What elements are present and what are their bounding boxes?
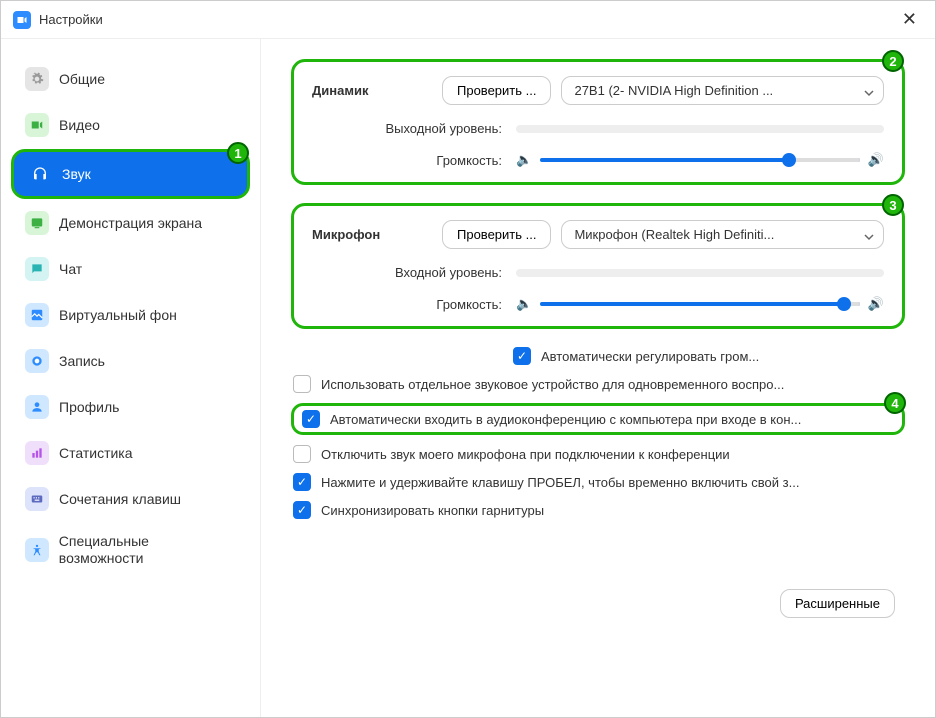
mic-title: Микрофон [312,227,442,242]
sidebar-label: Чат [59,261,82,277]
sidebar-item-accessibility[interactable]: Специальные возможности [11,523,250,577]
sidebar-label: Сочетания клавиш [59,491,181,507]
mute-on-join-option[interactable]: Отключить звук моего микрофона при подкл… [291,445,905,463]
sidebar-item-general[interactable]: Общие [11,57,250,101]
volume-high-icon: 🔊 [868,296,884,312]
separate-audio-device-option[interactable]: Использовать отдельное звуковое устройст… [291,375,905,393]
chat-icon [25,257,49,281]
annotation-3: 3 [882,194,904,216]
sidebar-label: Специальные возможности [59,533,236,567]
sidebar-label: Запись [59,353,105,369]
test-mic-button[interactable]: Проверить ... [442,220,551,249]
annotation-1: 1 [227,142,249,164]
advanced-button[interactable]: Расширенные [780,589,895,618]
auto-join-audio-label: Автоматически входить в аудиоконференцию… [330,412,894,427]
push-to-talk-label: Нажмите и удерживайте клавишу ПРОБЕЛ, чт… [321,475,905,490]
sidebar-label: Виртуальный фон [59,307,177,323]
stats-icon [25,441,49,465]
sync-headset-label: Синхронизировать кнопки гарнитуры [321,503,905,518]
sidebar-label: Звук [62,166,91,182]
output-level-label: Выходной уровень: [312,121,502,136]
sidebar-item-video[interactable]: Видео [11,103,250,147]
gear-icon [25,67,49,91]
mic-device-select[interactable]: Микрофон (Realtek High Definiti... [561,220,884,249]
speaker-device-select[interactable]: 27B1 (2- NVIDIA High Definition ... [561,76,884,105]
annotation-4: 4 [884,392,906,414]
settings-window: Настройки ✕ Общие Видео Звук 1 Демонстра… [0,0,936,718]
sidebar-item-share-screen[interactable]: Демонстрация экрана [11,201,250,245]
input-level-label: Входной уровень: [312,265,502,280]
sync-headset-option[interactable]: Синхронизировать кнопки гарнитуры [291,501,905,519]
sidebar-item-audio[interactable]: Звук 1 [11,149,250,199]
speaker-section: 2 Динамик Проверить ... 27B1 (2- NVIDIA … [291,59,905,185]
speaker-volume-slider[interactable] [540,158,860,162]
app-icon [13,11,31,29]
titlebar: Настройки ✕ [1,1,935,39]
share-screen-icon [25,211,49,235]
push-to-talk-option[interactable]: Нажмите и удерживайте клавишу ПРОБЕЛ, чт… [291,473,905,491]
sidebar-item-statistics[interactable]: Статистика [11,431,250,475]
keyboard-icon [25,487,49,511]
sidebar-item-chat[interactable]: Чат [11,247,250,291]
auto-adjust-label: Автоматически регулировать гром... [541,349,905,364]
main-panel: 2 Динамик Проверить ... 27B1 (2- NVIDIA … [261,39,935,717]
background-icon [25,303,49,327]
accessibility-icon [25,538,49,562]
annotation-2: 2 [882,50,904,72]
profile-icon [25,395,49,419]
record-icon [25,349,49,373]
footer: Расширенные [291,529,905,618]
test-speaker-button[interactable]: Проверить ... [442,76,551,105]
checkbox-icon [513,347,531,365]
sidebar-item-virtual-bg[interactable]: Виртуальный фон [11,293,250,337]
headphones-icon [28,162,52,186]
sidebar-item-profile[interactable]: Профиль [11,385,250,429]
mic-input-level [516,269,884,277]
checkbox-icon [293,375,311,393]
mic-volume-slider[interactable] [540,302,860,306]
window-body: Общие Видео Звук 1 Демонстрация экрана Ч… [1,39,935,717]
volume-low-icon: 🔈 [516,152,532,168]
volume-high-icon: 🔊 [868,152,884,168]
sidebar-item-shortcuts[interactable]: Сочетания клавиш [11,477,250,521]
sidebar-label: Видео [59,117,100,133]
window-title: Настройки [39,12,896,27]
sidebar-label: Общие [59,71,105,87]
mic-volume-label: Громкость: [312,297,502,312]
sidebar-item-recording[interactable]: Запись [11,339,250,383]
video-icon [25,113,49,137]
speaker-output-level [516,125,884,133]
auto-join-audio-option[interactable]: Автоматически входить в аудиоконференцию… [291,403,905,435]
mute-on-join-label: Отключить звук моего микрофона при подкл… [321,447,905,462]
close-button[interactable]: ✕ [896,9,923,30]
checkbox-icon [293,473,311,491]
sidebar-label: Профиль [59,399,119,415]
checkbox-icon [302,410,320,428]
speaker-volume-label: Громкость: [312,153,502,168]
separate-device-label: Использовать отдельное звуковое устройст… [321,377,905,392]
sidebar-label: Статистика [59,445,133,461]
auto-adjust-volume-option[interactable]: Автоматически регулировать гром... [511,347,905,365]
checkbox-icon [293,501,311,519]
sidebar: Общие Видео Звук 1 Демонстрация экрана Ч… [1,39,261,717]
microphone-section: 3 Микрофон Проверить ... Микрофон (Realt… [291,203,905,329]
volume-low-icon: 🔈 [516,296,532,312]
checkbox-icon [293,445,311,463]
speaker-title: Динамик [312,83,442,98]
sidebar-label: Демонстрация экрана [59,215,202,231]
